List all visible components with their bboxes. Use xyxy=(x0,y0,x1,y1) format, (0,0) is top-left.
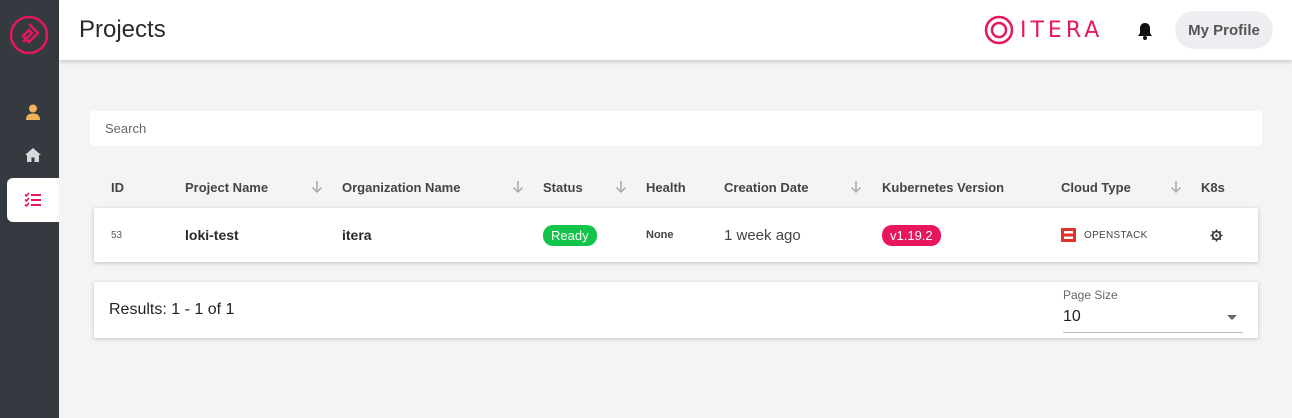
table-row[interactable]: 53 loki-test itera Ready None 1 week ago… xyxy=(94,208,1258,262)
k8s-cell xyxy=(1210,208,1223,262)
sort-arrow-down-icon[interactable] xyxy=(850,180,862,194)
project-name[interactable]: loki-test xyxy=(185,208,239,262)
notification-bell-icon[interactable] xyxy=(1135,21,1155,41)
column-header-kubernetes-version[interactable]: Kubernetes Version xyxy=(882,180,1004,195)
sidebar-item-profile[interactable] xyxy=(7,90,59,134)
app-logo-icon[interactable] xyxy=(9,15,49,55)
page-size-select[interactable]: 10 xyxy=(1063,305,1243,333)
status-badge: Ready xyxy=(543,224,597,246)
chevron-down-icon xyxy=(1227,315,1237,320)
list-check-icon xyxy=(24,192,41,208)
itera-logo-icon xyxy=(984,15,1014,45)
column-header-organization-name[interactable]: Organization Name xyxy=(342,180,460,195)
cloud-type-label: OPENSTACK xyxy=(1084,229,1148,241)
sort-arrow-down-icon[interactable] xyxy=(311,180,323,194)
page-size-label: Page Size xyxy=(1063,288,1118,302)
kubernetes-version-cell: v1.19.2 xyxy=(882,208,941,262)
column-header-id[interactable]: ID xyxy=(111,180,124,195)
sidebar xyxy=(0,0,59,418)
organization-name: itera xyxy=(342,227,372,243)
my-profile-button[interactable]: My Profile xyxy=(1175,11,1273,49)
kubernetes-version-badge: v1.19.2 xyxy=(882,224,941,246)
brand-logo: ITERA xyxy=(984,15,1103,45)
sort-arrow-down-icon[interactable] xyxy=(1170,180,1182,194)
openstack-icon xyxy=(1061,228,1076,242)
column-header-k8s[interactable]: K8s xyxy=(1201,180,1225,195)
home-icon xyxy=(25,148,41,162)
search-input[interactable] xyxy=(90,111,1262,146)
pagination-bar: Results: 1 - 1 of 1 Page Size 10 xyxy=(94,282,1258,338)
column-header-creation-date[interactable]: Creation Date xyxy=(724,180,809,195)
status-cell: Ready xyxy=(543,208,597,262)
brand-name: ITERA xyxy=(1020,17,1104,43)
page-size-value: 10 xyxy=(1063,308,1081,325)
sort-arrow-down-icon[interactable] xyxy=(512,180,524,194)
page-title: Projects xyxy=(79,16,166,43)
kubernetes-helm-icon[interactable] xyxy=(1210,228,1223,242)
column-header-health[interactable]: Health xyxy=(646,180,686,195)
column-header-project-name[interactable]: Project Name xyxy=(185,180,268,195)
sidebar-item-home[interactable] xyxy=(7,133,59,177)
sidebar-item-projects[interactable] xyxy=(7,178,59,222)
creation-date: 1 week ago xyxy=(724,226,801,244)
health-value: None xyxy=(646,229,674,241)
column-header-cloud-type[interactable]: Cloud Type xyxy=(1061,180,1131,195)
results-summary: Results: 1 - 1 of 1 xyxy=(109,301,235,318)
cloud-type-cell: OPENSTACK xyxy=(1061,208,1148,262)
sort-arrow-down-icon[interactable] xyxy=(615,180,627,194)
top-header: Projects ITERA My Profile xyxy=(59,0,1292,60)
search-bar xyxy=(90,111,1262,146)
user-icon xyxy=(26,104,40,120)
column-header-status[interactable]: Status xyxy=(543,180,583,195)
project-id: 53 xyxy=(111,229,123,241)
